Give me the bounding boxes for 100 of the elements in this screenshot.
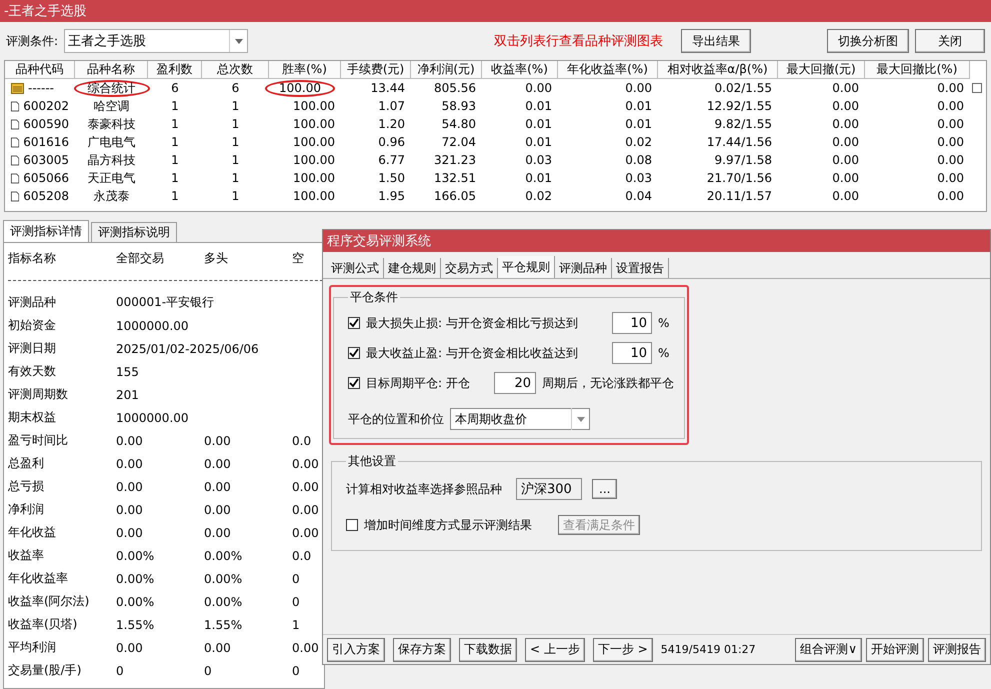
table-cell: 12.92/1.55 (706, 99, 772, 113)
column-header[interactable]: 年化收益率(%) (558, 61, 658, 79)
column-header[interactable]: 总次数 (202, 61, 269, 79)
column-header[interactable]: 盈利数 (148, 61, 202, 79)
value-field[interactable]: 10 (612, 342, 652, 364)
dialog-title: 程序交易评测系统 (323, 230, 990, 252)
tab[interactable]: 平仓规则 (498, 256, 555, 278)
footer-button[interactable]: 保存方案 (393, 638, 451, 662)
table-cell: 0.01 (525, 99, 552, 113)
table-cell: 0.00 (832, 171, 859, 185)
metric-value: 0.00 (116, 640, 144, 654)
table-cell: 1 (232, 135, 240, 149)
metric-value: 0.00 (116, 480, 144, 494)
position-dropdown[interactable]: 本周期收盘价 (450, 408, 590, 430)
metric-value: 0.00 (116, 434, 144, 448)
column-header[interactable]: 品种代码 (5, 61, 75, 79)
table-cell: 0.03 (525, 153, 552, 167)
table-cell: 0.02 (525, 189, 552, 203)
metric-value: 0 (292, 594, 301, 608)
table-cell: 603005 (23, 153, 69, 167)
checkbox[interactable] (348, 347, 360, 359)
metric-name: 平均利润 (8, 639, 57, 656)
table-cell: 泰豪科技 (88, 116, 136, 132)
table-cell: 0.00 (937, 189, 964, 203)
table-cell: 0.00 (937, 99, 964, 113)
table-cell: 1.20 (378, 117, 405, 131)
metric-name: 期末权益 (8, 409, 57, 426)
column-header[interactable]: 胜率(%) (269, 61, 341, 79)
column-header[interactable]: 最大回撤(元) (778, 61, 865, 79)
table-cell: 321.23 (434, 153, 476, 167)
column-header[interactable]: 相对收益率α/β(%) (658, 61, 778, 79)
footer-button[interactable]: < 上一步 (525, 638, 585, 662)
table-cell: 0.00 (832, 135, 859, 149)
metric-value: 0.00 (204, 480, 232, 494)
footer-button[interactable]: 评测报告 (928, 638, 986, 662)
metric-value: 0 (116, 664, 125, 678)
column-header[interactable]: 手续费(元) (341, 61, 411, 79)
folder-icon (11, 82, 24, 94)
metric-name: 交易量(股/手) (8, 662, 82, 679)
metric-name: 收益率(贝塔) (8, 616, 78, 633)
footer-button[interactable]: 引入方案 (327, 638, 385, 662)
metric-value: 0.00 (292, 480, 320, 494)
metric-name: 评测日期 (8, 340, 57, 357)
table-cell: 21.70/1.56 (706, 171, 772, 185)
tab[interactable]: 评测指标详情 (3, 220, 89, 242)
footer-button[interactable]: 开始评测 (866, 638, 924, 662)
table-cell: 6 (232, 81, 240, 95)
footer-button[interactable]: 组合评测∨ (795, 638, 862, 662)
table-cell: 0.01 (625, 99, 652, 113)
table-cell: 0.00 (832, 153, 859, 167)
column-header[interactable]: 净利润(元) (411, 61, 482, 79)
value-field[interactable]: 20 (494, 372, 536, 394)
chart-switch-button[interactable]: 切换分析图 (827, 29, 909, 53)
reference-field[interactable]: 沪深300 (516, 478, 582, 500)
metric-value: 0.0 (292, 548, 312, 562)
footer-button[interactable]: 下载数据 (459, 638, 517, 662)
metric-value: 155 (116, 364, 140, 378)
table-cell: 0.00 (937, 117, 964, 131)
table-cell: 0.00 (832, 99, 859, 113)
column-header[interactable]: 收益率(%) (482, 61, 558, 79)
table-cell: 1.50 (378, 171, 405, 185)
table-cell: 0.03 (625, 171, 652, 185)
checkbox[interactable] (348, 317, 360, 329)
export-button[interactable]: 导出结果 (681, 29, 751, 53)
value-field[interactable]: 10 (612, 312, 652, 334)
table-cell: 20.11/1.57 (706, 189, 772, 203)
metric-value: 0.00 (116, 526, 144, 540)
metric-value: 1.55% (204, 618, 244, 632)
table-cell: 1 (171, 171, 179, 185)
table-cell: 1 (232, 171, 240, 185)
table-cell: 1 (232, 117, 240, 131)
table-cell: 6 (171, 81, 179, 95)
table-cell: 0.96 (378, 135, 405, 149)
table-cell: 166.05 (434, 189, 476, 203)
metric-value: 1000000.00 (116, 410, 190, 424)
column-header[interactable]: 品种名称 (75, 61, 148, 79)
table-cell: 0.00 (832, 117, 859, 131)
table-cell: 605066 (23, 171, 69, 185)
table-cell: 100.00 (293, 135, 335, 149)
table-cell: 综合统计 (74, 80, 150, 96)
browse-button[interactable]: ... (592, 479, 618, 499)
scroll-box (972, 83, 982, 93)
metric-value: 201 (116, 388, 140, 402)
metric-value: 1.55% (116, 618, 156, 632)
condition-dropdown[interactable]: 王者之手选股 (64, 29, 248, 53)
column-header[interactable]: 最大回撤比(%) (865, 61, 970, 79)
close-button[interactable]: 关闭 (915, 29, 985, 53)
table-cell: 永茂泰 (94, 188, 130, 204)
table-cell: 1 (232, 189, 240, 203)
metric-value: 0.00% (116, 548, 156, 562)
table-cell: 13.44 (370, 81, 405, 95)
tab[interactable]: 评测指标说明 (91, 222, 177, 242)
checkbox[interactable] (346, 519, 358, 531)
option-label: 增加时间维度方式显示评测结果 (364, 516, 532, 534)
footer-button[interactable]: 下一步 > (592, 638, 653, 662)
checkbox[interactable] (348, 377, 360, 389)
column-header: 空 (292, 250, 305, 267)
table-cell: 0.02 (625, 135, 652, 149)
reference-label: 计算相对收益率选择参照品种 (346, 480, 502, 498)
table-cell: 1 (171, 189, 179, 203)
